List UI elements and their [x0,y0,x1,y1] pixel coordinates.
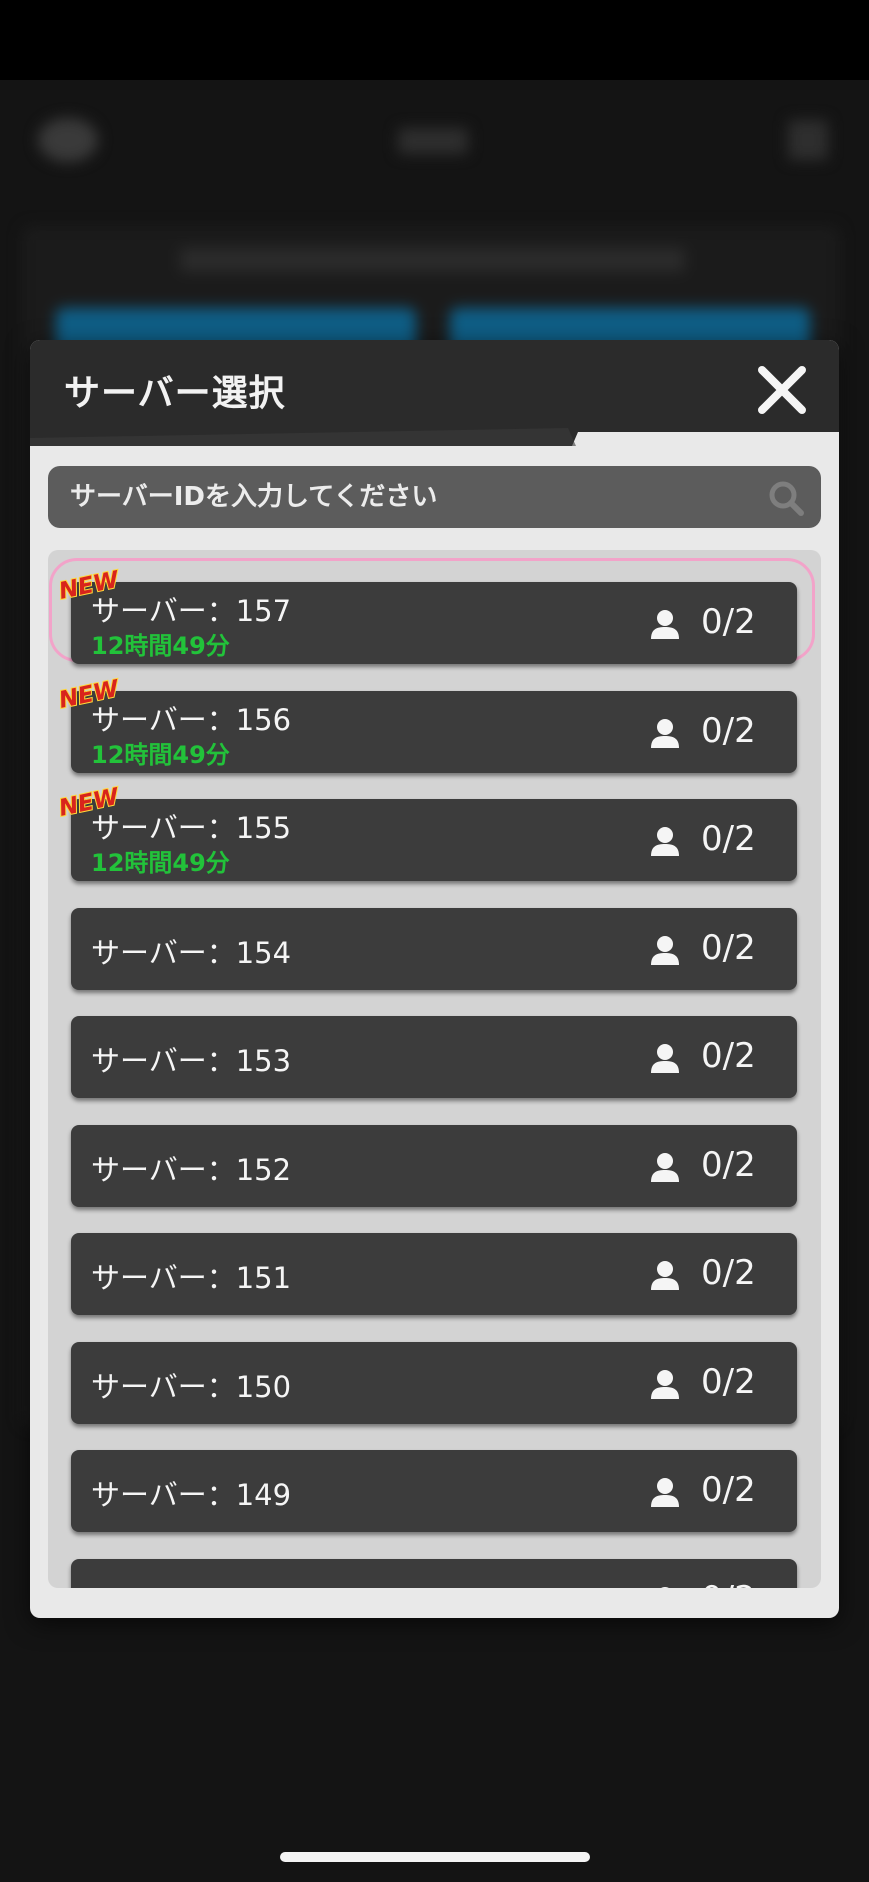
background-text-line [180,248,685,272]
server-remaining-time: 12時間49分 [91,740,230,769]
server-player-count: 0/2 [701,1579,756,1589]
server-name: サーバー：150 [91,1369,292,1404]
background-logo [38,118,98,162]
new-badge: NEW [56,783,124,819]
user-icon [651,718,679,748]
server-row[interactable]: サーバー：152 0/2 [71,1124,797,1207]
server-remaining-time: 12時間49分 [91,632,230,660]
user-icon [651,1478,679,1507]
user-icon [651,827,679,856]
server-name: サーバー：153 [91,1044,292,1078]
status-bar [0,0,869,80]
new-badge: NEW [56,674,124,710]
home-indicator[interactable] [280,1852,590,1862]
server-row[interactable]: サーバー：157 12時間49分 0/2 [71,582,797,664]
user-icon [651,1044,679,1073]
search-input[interactable] [70,466,730,528]
server-player-count: 0/2 [701,1253,756,1293]
background-title [398,128,468,154]
close-icon [758,366,806,414]
user-icon [651,935,679,965]
new-badge-text: NEW [57,675,123,710]
server-player-count: 0/2 [701,927,756,968]
server-row[interactable]: サーバー：156 12時間49分 0/2 [71,690,797,773]
server-name: サーバー：149 [91,1478,292,1512]
user-icon [651,1261,679,1290]
user-icon [651,610,679,639]
server-select-modal: サーバー選択 サーバー：15712時間49分0/2NEWサーバー：15612時間… [30,340,839,1618]
server-row[interactable]: サーバー：155 12時間49分 0/2 [71,799,797,881]
server-list[interactable]: サーバー：157 12時間49分 0/2 NEW サーバー：156 12時間49分 0/2 N… [48,550,821,1588]
new-badge: NEW [56,566,124,602]
modal-title: サーバー選択 [64,373,286,414]
background-corner-button [788,120,828,160]
server-player-count: 0/2 [701,1361,756,1402]
new-badge-text: NEW [57,567,123,602]
server-name: サーバー：148 [91,1581,291,1589]
server-name: サーバー：151 [91,1261,292,1295]
server-name: サーバー：152 [91,1152,292,1187]
server-player-count: 0/2 [701,1470,756,1510]
user-icon [660,1586,670,1588]
server-player-count: 0/2 [701,1036,756,1076]
search-bar [48,466,821,528]
server-row[interactable]: サーバー：153 0/2 [71,1016,797,1098]
server-remaining-time: 12時間49分 [91,849,230,877]
server-row[interactable]: サーバー：148 0/2 [71,1558,797,1589]
server-row[interactable]: サーバー：154 0/2 [71,907,797,990]
server-player-count: 0/2 [701,819,756,859]
user-icon [651,1152,679,1182]
server-row[interactable]: サーバー：150 0/2 [71,1341,797,1424]
server-name: サーバー：154 [91,935,292,970]
server-row[interactable]: サーバー：149 0/2 [71,1450,797,1532]
server-player-count: 0/2 [701,710,756,751]
search-icon[interactable] [766,478,806,518]
user-icon [651,1369,679,1399]
new-badge-text: NEW [57,784,123,819]
server-player-count: 0/2 [701,602,756,642]
close-button[interactable] [752,360,812,420]
server-player-count: 0/2 [701,1144,756,1185]
server-row[interactable]: サーバー：151 0/2 [71,1233,797,1315]
